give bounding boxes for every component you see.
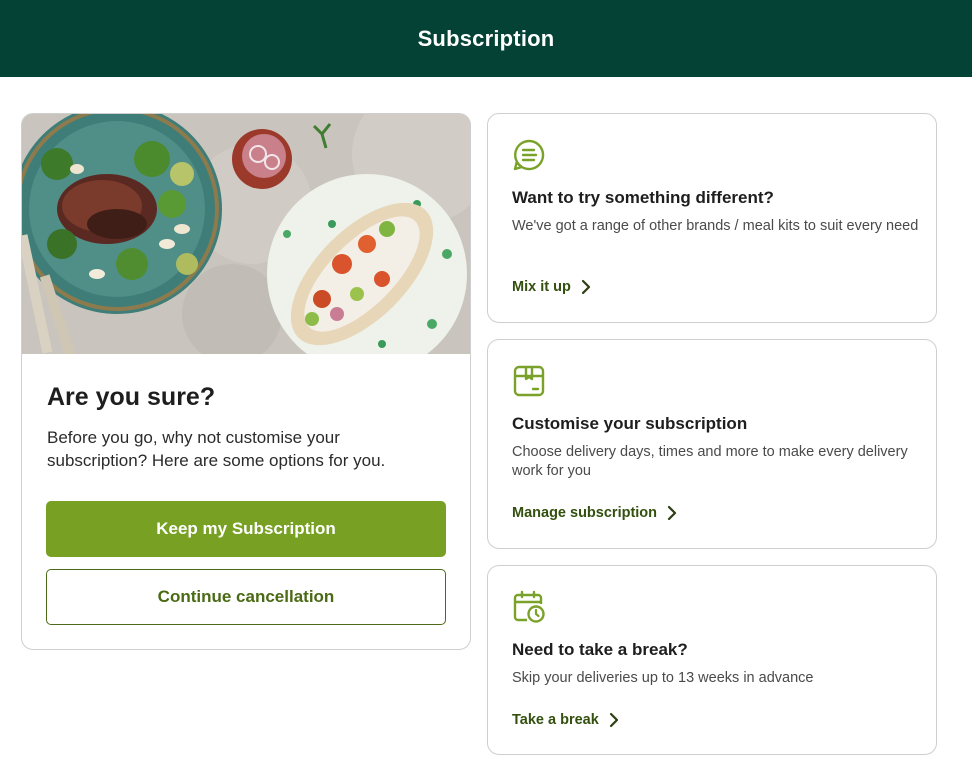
keep-subscription-button[interactable]: Keep my Subscription (46, 501, 446, 557)
link-label: Take a break (512, 712, 599, 728)
option-description: Skip your deliveries up to 13 weeks in a… (512, 670, 814, 686)
option-title: Customise your subscription (512, 414, 748, 433)
confirm-heading: Are you sure? (47, 383, 216, 411)
option-card-customise: Customise your subscription Choose deliv… (487, 339, 937, 549)
chevron-right-icon (609, 712, 618, 728)
chevron-right-icon (667, 505, 677, 521)
cancel-confirm-card: Are you sure? Before you go, why not cus… (21, 113, 471, 650)
option-description: Choose delivery days, times and more to … (512, 444, 908, 479)
food-hero-image (22, 114, 470, 354)
continue-cancellation-button[interactable]: Continue cancellation (46, 569, 446, 625)
option-title: Want to try something different? (512, 188, 774, 207)
mix-it-up-link[interactable]: Mix it up (512, 279, 591, 295)
link-label: Mix it up (512, 279, 571, 295)
confirm-description: Before you go, why not customise your su… (47, 428, 386, 470)
page-title: Subscription (417, 25, 555, 51)
link-label: Manage subscription (512, 505, 658, 521)
chevron-right-icon (581, 279, 590, 295)
option-title: Need to take a break? (512, 640, 688, 659)
option-card-try-different: Want to try something different? We've g… (487, 113, 937, 323)
main-card-body: Are you sure? Before you go, why not cus… (47, 382, 447, 472)
top-bar: Subscription (0, 0, 972, 77)
take-a-break-link[interactable]: Take a break (512, 712, 619, 728)
option-description: We've got a range of other brands / meal… (512, 218, 919, 234)
calendar-clock-icon (513, 590, 545, 623)
menu-bubble-icon (513, 139, 545, 171)
manage-subscription-link[interactable]: Manage subscription (512, 505, 677, 521)
box-icon (513, 365, 545, 397)
option-card-take-break: Need to take a break? Skip your deliveri… (487, 565, 937, 755)
